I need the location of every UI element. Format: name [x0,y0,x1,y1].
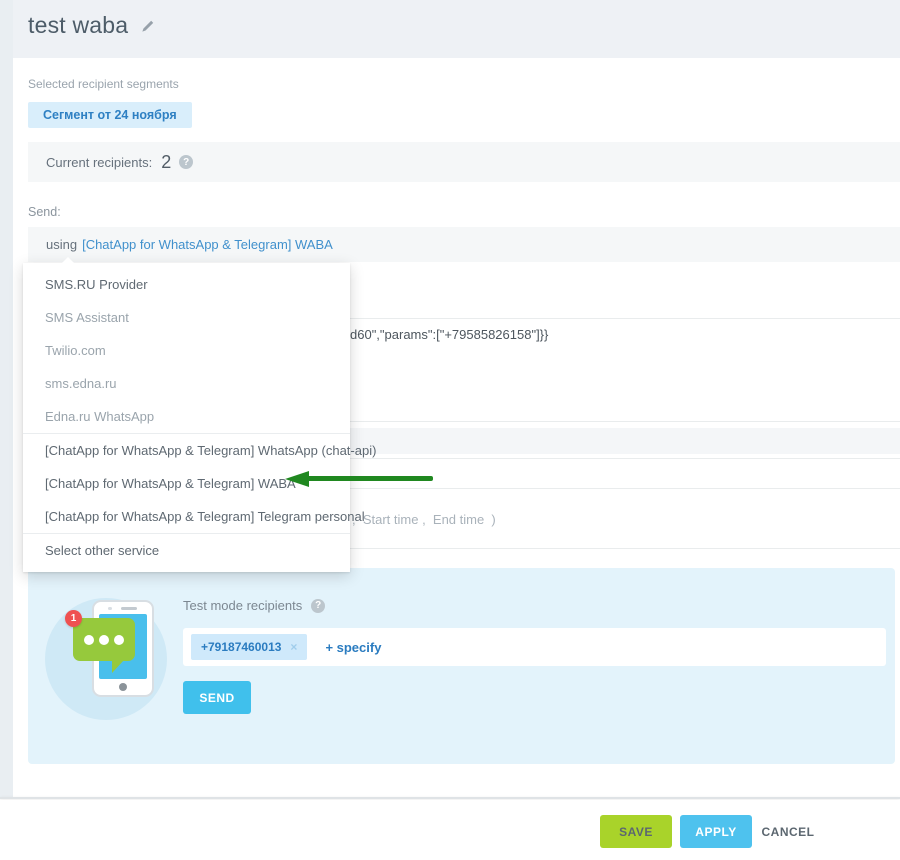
dropdown-item-twilio[interactable]: Twilio.com [23,334,350,367]
arrow-head [285,471,309,487]
dropdown-item-edna-whatsapp[interactable]: Edna.ru WhatsApp [23,400,350,433]
dropdown-item-chatapp-whatsapp[interactable]: [ChatApp for WhatsApp & Telegram] WhatsA… [23,434,350,467]
remove-recipient-icon[interactable]: × [290,640,297,654]
segment-chip[interactable]: Сегмент от 24 ноября [28,102,192,128]
footer-bar: SAVE APPLY CANCEL [0,800,900,860]
typing-dot [99,635,109,645]
selected-service-link[interactable]: [ChatApp for WhatsApp & Telegram] WABA [82,237,333,252]
title-row: test waba [28,12,155,39]
notification-badge: 1 [65,610,82,627]
help-icon[interactable]: ? [311,599,325,613]
phone-home-button [119,683,127,691]
schedule-fields-fragment: , Start time , End time ) [352,512,496,527]
dropdown-item-sms-assistant[interactable]: SMS Assistant [23,301,350,334]
bubble-tail [112,660,124,673]
page-title: test waba [28,12,128,39]
edit-pencil-icon[interactable] [140,19,155,34]
specify-link[interactable]: + specify [325,640,381,655]
current-recipients-label: Current recipients: [46,155,152,170]
footer-divider [0,797,900,799]
test-recipients-input[interactable]: +79187460013 × + specify [183,628,886,666]
help-icon[interactable]: ? [179,155,193,169]
left-sidebar-strip [0,0,13,797]
send-label: Send: [28,205,61,219]
cancel-button[interactable]: CANCEL [756,815,820,848]
arrow-shaft [307,476,433,481]
using-prefix-label: using [46,237,77,252]
service-dropdown: SMS.RU Provider SMS Assistant Twilio.com… [23,263,350,572]
dropdown-caret [61,257,75,264]
phone-message-illustration: 1 [28,568,188,738]
test-send-button[interactable]: SEND [183,681,251,714]
dropdown-item-other-service[interactable]: Select other service [23,534,350,567]
dropdown-item-smsru[interactable]: SMS.RU Provider [23,268,350,301]
segments-label: Selected recipient segments [28,77,179,91]
test-mode-label: Test mode recipients [183,598,302,613]
campaign-card: Selected recipient segments Сегмент от 2… [13,58,900,797]
chat-bubble-icon [73,618,135,661]
test-mode-panel: 1 Test mode recipients ? +79187460013 × … [28,568,895,764]
typing-dot [114,635,124,645]
current-recipients-count: 2 [161,152,171,173]
dropdown-item-sms-edna[interactable]: sms.edna.ru [23,367,350,400]
dropdown-item-chatapp-telegram[interactable]: [ChatApp for WhatsApp & Telegram] Telegr… [23,500,350,533]
recipient-phone-chip: +79187460013 × [191,634,307,660]
apply-button[interactable]: APPLY [680,815,752,848]
campaign-editor-page: test waba Selected recipient segments Се… [0,0,900,860]
save-button[interactable]: SAVE [600,815,672,848]
test-mode-label-row: Test mode recipients ? [183,598,325,613]
typing-dot [84,635,94,645]
send-service-row: using [ChatApp for WhatsApp & Telegram] … [28,227,900,262]
current-recipients-row: Current recipients: 2 ? [28,142,900,182]
green-arrow-annotation [285,471,433,487]
recipient-phone-number: +79187460013 [201,640,281,654]
phone-camera-dot [108,607,112,610]
message-json-fragment: d60","params":["+79585826158"]}} [350,327,548,342]
phone-speaker [121,607,137,610]
